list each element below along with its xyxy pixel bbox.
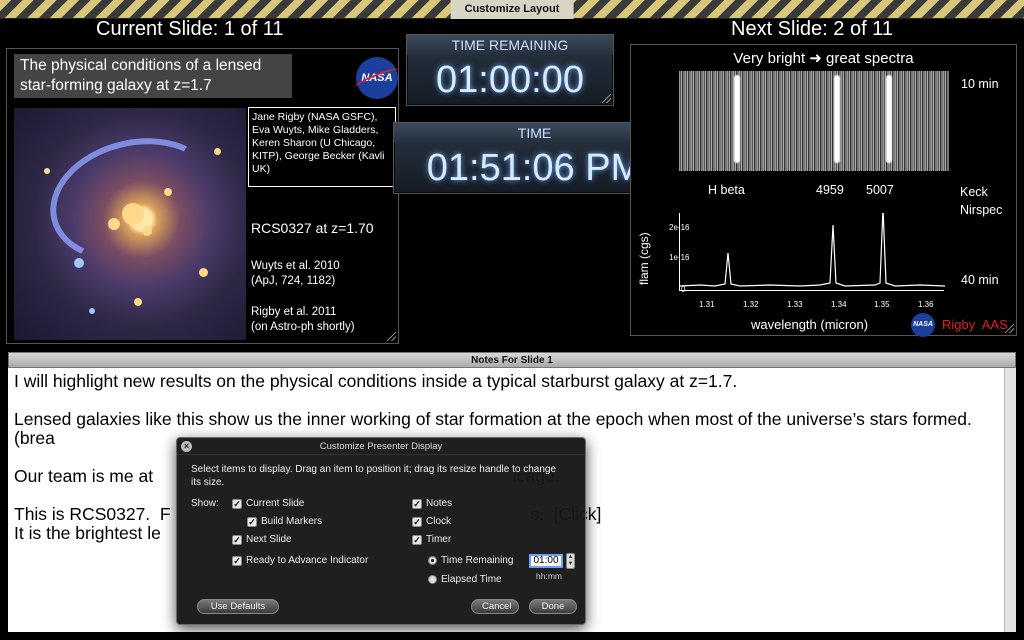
nasa-logo-small: NASA xyxy=(911,313,935,337)
current-slide-header: Current Slide: 1 of 11 xyxy=(96,18,284,40)
xtick: 1.36 xyxy=(918,300,934,309)
check-icon: ✓ xyxy=(412,498,422,509)
reference-1: Wuyts et al. 2010 (ApJ, 724, 1182) xyxy=(251,260,340,287)
check-icon: ✓ xyxy=(412,516,422,527)
current-slide-panel[interactable]: The physical conditions of a lensed star… xyxy=(6,48,399,344)
checkbox-notes[interactable]: ✓ Notes xyxy=(412,498,452,509)
radio-elapsed-time[interactable]: Elapsed Time xyxy=(428,574,502,585)
xtick: 1.31 xyxy=(699,300,715,309)
window-title: Customize Layout xyxy=(450,0,574,19)
check-icon: ✓ xyxy=(247,516,257,527)
slide-title: The physical conditions of a lensed star… xyxy=(14,54,292,98)
x-axis-label: wavelength (micron) xyxy=(751,317,869,332)
time-remaining-panel[interactable]: TIME REMAINING 01:00:00 xyxy=(406,34,614,106)
spectrum-line xyxy=(680,213,945,287)
label-5007: 5007 xyxy=(866,183,894,197)
timer-stepper[interactable]: ▲ ▼ xyxy=(566,553,575,569)
next-slide-header: Next Slide: 2 of 11 xyxy=(731,18,893,40)
checkbox-timer[interactable]: ✓ Timer xyxy=(412,534,451,545)
target-label: RCS0327 at z=1.70 xyxy=(251,220,374,236)
next-slide-panel[interactable]: Very bright ➜ great spectra 10 min H bet… xyxy=(630,44,1017,337)
show-label: Show: xyxy=(191,498,219,509)
xtick: 1.32 xyxy=(743,300,759,309)
resize-handle[interactable] xyxy=(602,94,611,103)
time-remaining-label: TIME REMAINING xyxy=(407,35,613,55)
spectrum-plot xyxy=(679,213,945,291)
close-icon[interactable]: × xyxy=(181,441,192,452)
notes-title-bar: Notes For Slide 1 xyxy=(8,352,1016,368)
reference-2: Rigby et al. 2011 (on Astro-ph shortly) xyxy=(251,306,355,333)
footer-text: Rigby AAS xyxy=(942,317,1008,332)
check-icon: ✓ xyxy=(232,555,242,566)
dialog-instructions: Select items to display. Drag an item to… xyxy=(191,464,557,488)
customize-presenter-dialog: × Customize Presenter Display Select ite… xyxy=(176,437,586,625)
checkbox-clock[interactable]: ✓ Clock xyxy=(412,516,451,527)
xtick: 1.33 xyxy=(787,300,803,309)
next-slide-title: Very bright ➜ great spectra xyxy=(733,50,914,67)
resize-handle[interactable] xyxy=(1005,324,1014,333)
radio-icon xyxy=(428,556,437,565)
label-hbeta: H beta xyxy=(708,183,745,197)
notes-scrollbar[interactable] xyxy=(1004,368,1016,632)
y-axis-label: flam (cgs) xyxy=(637,232,651,285)
xtick: 1.34 xyxy=(831,300,847,309)
title-bar: Customize Layout xyxy=(0,0,1024,19)
done-button[interactable]: Done xyxy=(529,599,577,614)
label-4959: 4959 xyxy=(816,183,844,197)
label-10min: 10 min xyxy=(961,77,999,91)
radio-icon xyxy=(428,575,437,584)
checkbox-next-slide[interactable]: ✓ Next Slide xyxy=(232,534,292,545)
label-instrument: Keck Nirspec xyxy=(960,185,1003,217)
spectrum-2d-image xyxy=(679,71,949,171)
ytick: 2e-16 xyxy=(669,223,690,232)
xtick: 1.35 xyxy=(874,300,890,309)
check-icon: ✓ xyxy=(232,498,242,509)
ytick: 1e-16 xyxy=(669,253,690,262)
checkbox-ready-indicator[interactable]: ✓ Ready to Advance Indicator xyxy=(232,555,368,566)
use-defaults-button[interactable]: Use Defaults xyxy=(197,599,279,614)
radio-time-remaining[interactable]: Time Remaining xyxy=(428,555,513,566)
authors-box: Jane Rigby (NASA GSFC), Eva Wuyts, Mike … xyxy=(248,107,396,187)
checkbox-current-slide[interactable]: ✓ Current Slide xyxy=(232,498,304,509)
galaxy-image xyxy=(14,108,246,340)
resize-handle[interactable] xyxy=(387,332,396,341)
cancel-button[interactable]: Cancel xyxy=(471,599,519,614)
timer-unit: hh:mm xyxy=(536,571,562,581)
label-40min: 40 min xyxy=(961,273,999,287)
timer-duration-input[interactable]: 01:00 xyxy=(529,554,563,568)
time-remaining-value: 01:00:00 xyxy=(436,59,584,101)
ytick: 0 xyxy=(681,285,686,294)
check-icon: ✓ xyxy=(412,534,422,545)
checkbox-build-markers[interactable]: ✓ Build Markers xyxy=(247,516,322,527)
check-icon: ✓ xyxy=(232,534,242,545)
dialog-title: Customize Presenter Display xyxy=(177,438,585,455)
nasa-logo: NASA xyxy=(356,57,398,99)
